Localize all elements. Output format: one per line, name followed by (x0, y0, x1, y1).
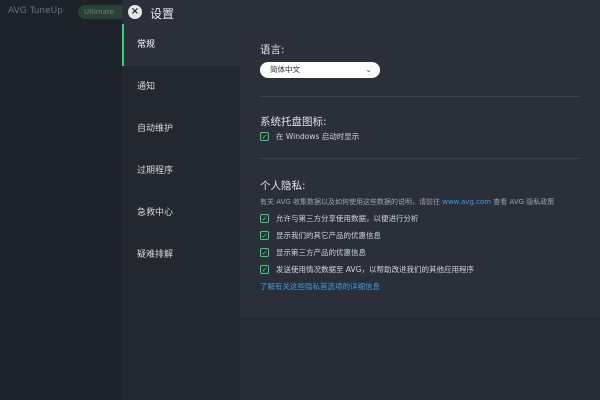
tray-title: 系统托盘图标: (260, 116, 327, 128)
language-select[interactable]: 简体中文 ⌄ (260, 62, 380, 78)
background-app-title: AVG TuneUp (8, 6, 63, 16)
privacy-third-party-offers-checkbox[interactable]: ✓ 显示第三方产品的优惠信息 (260, 247, 366, 259)
checkbox-checked-icon: ✓ (260, 247, 269, 257)
privacy-details-link[interactable]: 了解有关这些隐私首选项的详细信息 (260, 281, 380, 292)
tray-option-label: 在 Windows 启动时显示 (276, 132, 360, 141)
chevron-down-icon: ⌄ (365, 65, 372, 74)
settings-nav: 常规 通知 自动维护 过期程序 急救中心 疑难排解 (122, 24, 240, 400)
dialog-title: 设置 (150, 7, 175, 21)
privacy-desc-text: 有关 AVG 收集数据以及如何使用这些数据的说明，请前往 (260, 198, 443, 206)
privacy-option-label: 发送使用情况数据至 AVG，以帮助改进我们的其他应用程序 (276, 265, 474, 274)
divider (260, 96, 580, 97)
background-app: AVG TuneUp Ultimate (0, 0, 136, 400)
language-selected-value: 简体中文 (270, 65, 300, 74)
privacy-description: 有关 AVG 收集数据以及如何使用这些数据的说明，请前往 www.avg.com… (260, 197, 554, 207)
nav-item-rescue-center[interactable]: 急救中心 (122, 192, 240, 234)
content-bottom-shade (240, 318, 600, 400)
privacy-share-analytics-checkbox[interactable]: ✓ 允许与第三方分享使用数据，以便进行分析 (260, 213, 419, 225)
nav-item-general[interactable]: 常规 (122, 24, 240, 66)
close-icon[interactable]: × (128, 5, 142, 19)
nav-item-notifications[interactable]: 通知 (122, 66, 240, 108)
privacy-option-label: 显示第三方产品的优惠信息 (276, 248, 366, 257)
privacy-send-usage-data-checkbox[interactable]: ✓ 发送使用情况数据至 AVG，以帮助改进我们的其他应用程序 (260, 264, 474, 276)
checkbox-checked-icon: ✓ (260, 213, 269, 223)
privacy-option-label: 允许与第三方分享使用数据，以便进行分析 (276, 214, 419, 223)
nav-item-auto-maintenance[interactable]: 自动维护 (122, 108, 240, 150)
checkbox-checked-icon: ✓ (260, 230, 269, 240)
privacy-option-label: 显示我们的其它产品的优惠信息 (276, 231, 381, 240)
divider (260, 158, 580, 159)
privacy-our-offers-checkbox[interactable]: ✓ 显示我们的其它产品的优惠信息 (260, 230, 381, 242)
avg-website-link[interactable]: www.avg.com (442, 198, 491, 206)
nav-item-outdated-programs[interactable]: 过期程序 (122, 150, 240, 192)
language-title: 语言: (260, 44, 285, 56)
dialog-header: × 设置 (122, 0, 600, 24)
checkbox-checked-icon: ✓ (260, 264, 269, 274)
checkbox-checked-icon: ✓ (260, 131, 269, 141)
privacy-desc-text-end: 查看 AVG 隐私政策 (491, 198, 555, 206)
nav-item-troubleshooting[interactable]: 疑难排解 (122, 234, 240, 276)
privacy-title: 个人隐私: (260, 180, 306, 192)
tray-show-on-startup-checkbox[interactable]: ✓ 在 Windows 启动时显示 (260, 131, 359, 143)
